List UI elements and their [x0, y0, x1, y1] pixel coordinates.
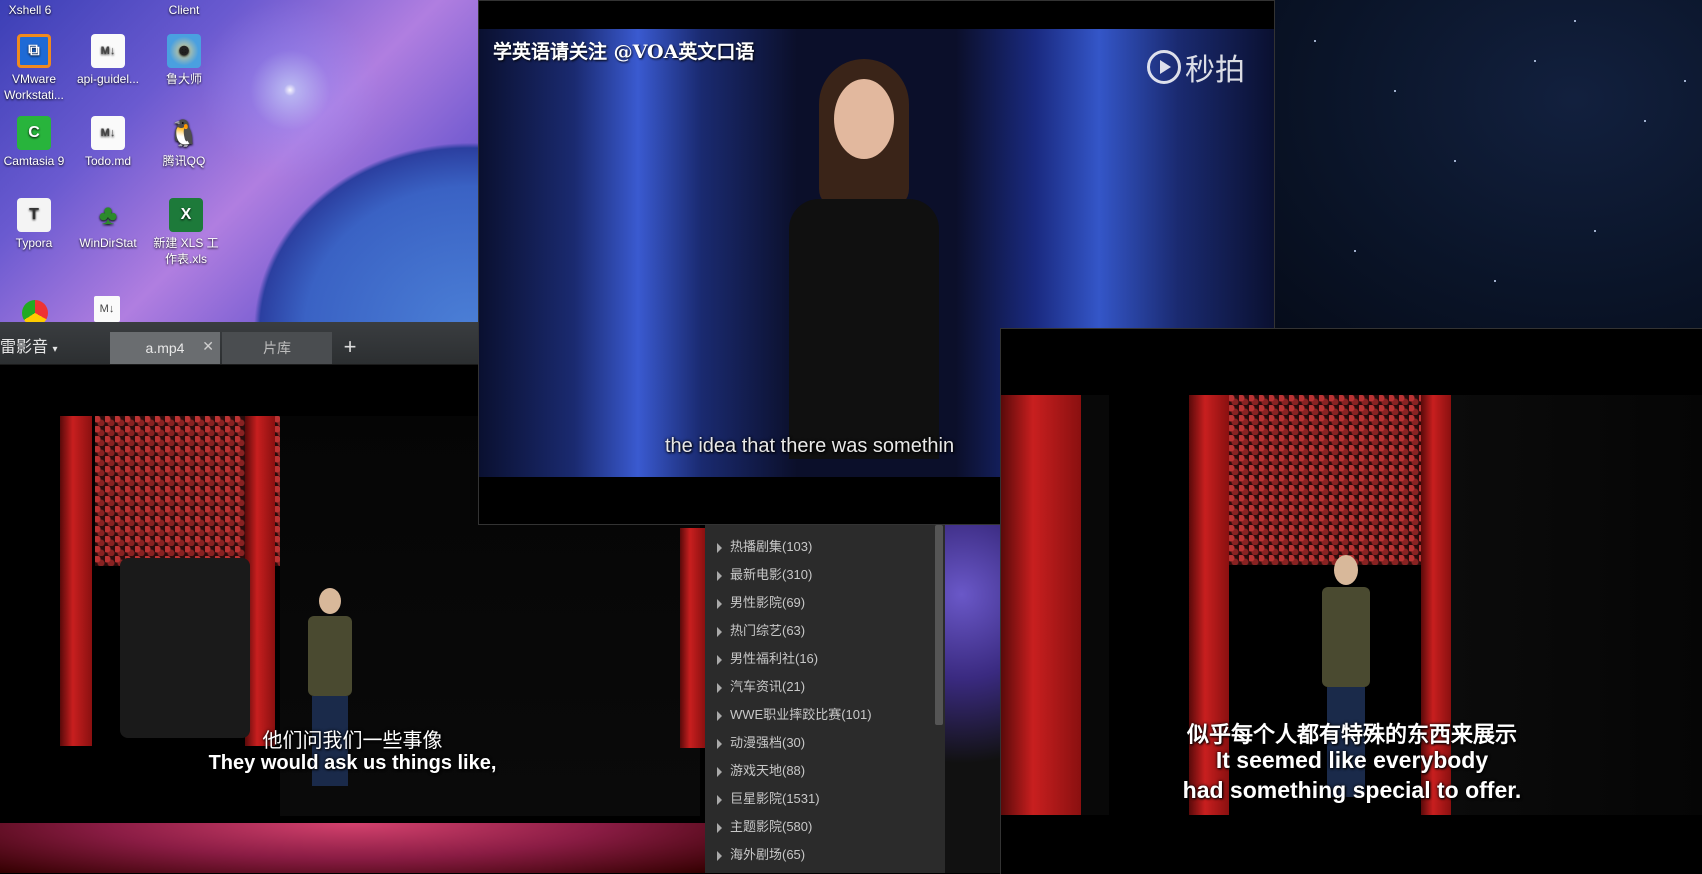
playlist-item[interactable]: 汽车资讯(21) — [717, 677, 805, 697]
xshell-label: Xshell 6 — [8, 3, 52, 17]
desktop-icon-xshell[interactable]: Xshell 6 — [0, 2, 66, 18]
tab-library-label: 片库 — [263, 340, 291, 356]
playlist-item[interactable]: 动漫强档(30) — [717, 733, 805, 753]
playlist-item[interactable]: 男性福利社(16) — [717, 649, 818, 669]
video-frame[interactable]: 似乎每个人都有特殊的东西来展示 It seemed like everybody… — [1001, 395, 1702, 874]
floating-video-window-right[interactable]: 似乎每个人都有特殊的东西来展示 It seemed like everybody… — [1000, 328, 1702, 874]
playlist-item[interactable]: 热门综艺(63) — [717, 621, 805, 641]
playlist-panel: 热播剧集(103) 最新电影(310) 男性影院(69) 热门综艺(63) 男性… — [705, 525, 945, 873]
subtitle-chinese: 他们问我们一些事像 — [262, 730, 443, 752]
play-circle-icon — [1147, 50, 1181, 84]
expand-arrow-icon — [717, 542, 722, 553]
playlist-item[interactable]: 热播剧集(103) — [717, 537, 812, 557]
expand-arrow-icon — [717, 794, 722, 805]
new-xls-label: 新建 XLS 工作表.xls — [153, 236, 219, 266]
playlist-item[interactable]: 最新电影(310) — [717, 565, 812, 585]
robot-icon: ☻ — [167, 34, 201, 68]
watermark-right: 秒拍 — [1185, 54, 1245, 87]
desktop-icon-ludashi[interactable]: ☻ 鲁大师 — [148, 34, 220, 87]
windirstat-label: WinDirStat — [79, 236, 137, 250]
player-tab-bar: 雷影音 ▾ a.mp4 ✕ 片库 + — [0, 322, 478, 365]
markdown-icon: M↓ — [91, 34, 125, 68]
playlist-item[interactable]: WWE职业摔跤比赛(101) — [717, 705, 872, 725]
vmware-icon: ⧉ — [17, 34, 51, 68]
add-tab-icon[interactable]: + — [338, 332, 362, 362]
expand-arrow-icon — [717, 710, 722, 721]
desktop-icon-windirstat[interactable]: ♣ WinDirStat — [72, 198, 144, 251]
vmware-label: VMware Workstati... — [4, 72, 64, 102]
expand-arrow-icon — [717, 682, 722, 693]
penguin-icon: 🐧 — [167, 118, 201, 148]
speaker-figure — [1316, 555, 1376, 815]
excel-icon: X — [169, 198, 203, 232]
desktop-icon-camtasia[interactable]: C Camtasia 9 — [0, 116, 70, 169]
speaker-figure — [779, 59, 949, 477]
video-subtitle: the idea that there was somethin — [665, 435, 955, 457]
subtitle-english: They would ask us things like, — [208, 752, 497, 774]
typora-icon: T — [17, 198, 51, 232]
desktop-icon-client[interactable]: Client — [148, 2, 220, 18]
desktop-icon-todo[interactable]: M↓ Todo.md — [72, 116, 144, 169]
desktop-wallpaper-right — [1274, 0, 1702, 330]
playlist-item[interactable]: 主题影院(580) — [717, 817, 812, 837]
camtasia-label: Camtasia 9 — [3, 154, 65, 168]
background-wallpaper-strip — [945, 525, 1000, 873]
desktop-wallpaper-left: Xshell 6 Client ⧉ VMware Workstati... M↓… — [0, 0, 478, 326]
camtasia-icon: C — [17, 116, 51, 150]
desktop-icon-typora[interactable]: T Typora — [0, 198, 70, 251]
expand-arrow-icon — [717, 766, 722, 777]
ludashi-label: 鲁大师 — [165, 72, 202, 86]
expand-arrow-icon — [717, 654, 722, 665]
expand-arrow-icon — [717, 570, 722, 581]
tab-a-mp4-label: a.mp4 — [145, 340, 185, 356]
expand-arrow-icon — [717, 822, 722, 833]
markdown-icon[interactable]: M↓ — [94, 296, 120, 322]
desktop-icon-new-xls[interactable]: X 新建 XLS 工作表.xls — [148, 198, 224, 267]
subtitle-english-line1: It seemed like everybody — [1215, 747, 1489, 773]
subtitle-chinese: 似乎每个人都有特殊的东西来展示 — [1186, 722, 1517, 747]
desktop-icon-qq[interactable]: 🐧 腾讯QQ — [148, 116, 220, 169]
tree-icon: ♣ — [98, 199, 118, 230]
playlist-item[interactable]: 海外剧场(65) — [717, 845, 805, 865]
subtitle-english-line2: had something special to offer. — [1182, 777, 1522, 803]
brand-label: 雷影音 — [0, 339, 49, 356]
expand-arrow-icon — [717, 738, 722, 749]
watermark-left: 学英语请关注 @VOA英文口语 — [493, 41, 755, 63]
desktop-icon-api-guidelines[interactable]: M↓ api-guidel... — [72, 34, 144, 87]
playlist-item[interactable]: 男性影院(69) — [717, 593, 805, 613]
miaopai-logo: 秒拍 — [1147, 45, 1245, 89]
playlist-scrollbar[interactable] — [935, 525, 943, 725]
playlist-item[interactable]: 游戏天地(88) — [717, 761, 805, 781]
close-icon[interactable]: ✕ — [202, 338, 214, 355]
markdown-icon: M↓ — [91, 116, 125, 150]
client-label: Client — [168, 3, 200, 17]
player-brand-menu[interactable]: 雷影音 ▾ — [0, 333, 58, 357]
expand-arrow-icon — [717, 626, 722, 637]
tab-a-mp4[interactable]: a.mp4 ✕ — [110, 332, 220, 364]
expand-arrow-icon — [717, 850, 722, 861]
playlist-item[interactable]: 巨星影院(1531) — [717, 789, 820, 809]
tab-library[interactable]: 片库 — [222, 332, 332, 364]
expand-arrow-icon — [717, 598, 722, 609]
api-guidelines-label: api-guidel... — [76, 72, 140, 86]
chevron-down-icon: ▾ — [52, 344, 58, 355]
qq-label: 腾讯QQ — [162, 154, 206, 168]
typora-label: Typora — [15, 236, 53, 250]
todo-label: Todo.md — [84, 154, 132, 168]
desktop-icon-vmware[interactable]: ⧉ VMware Workstati... — [0, 34, 70, 103]
